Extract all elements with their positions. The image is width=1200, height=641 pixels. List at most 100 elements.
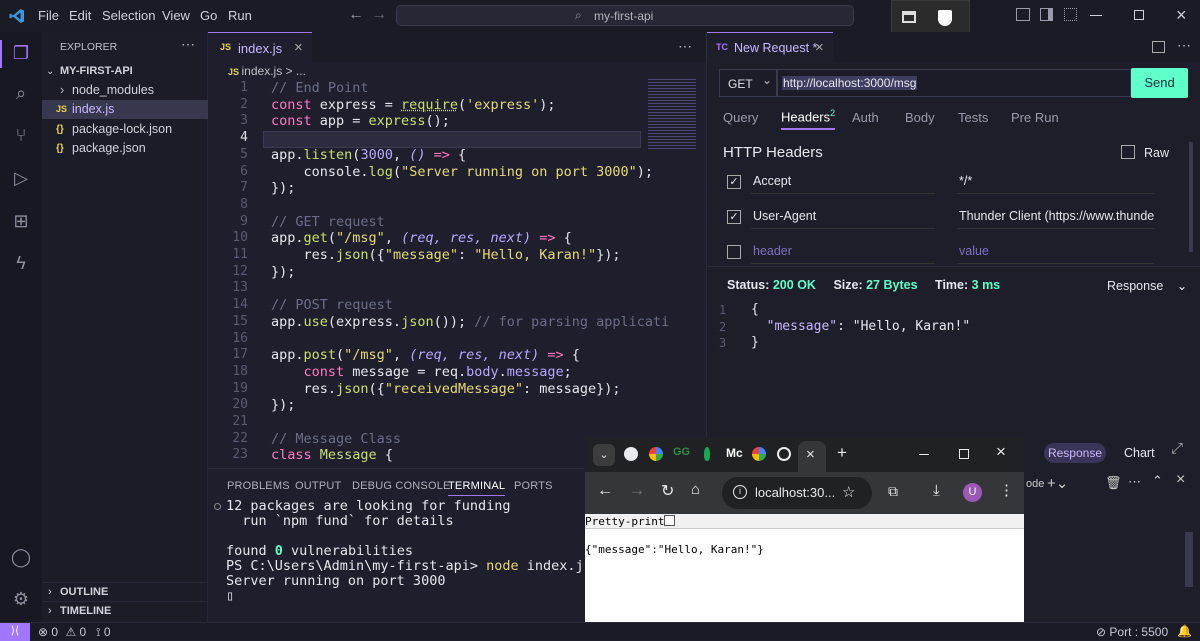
thunder-tab-new-request[interactable]: TC New Request * ×	[707, 32, 833, 62]
download-icon[interactable]: ⤓	[933, 482, 940, 499]
menu-run[interactable]: Run	[228, 8, 252, 23]
chrome-close-icon[interactable]: ×	[996, 442, 1006, 462]
close-tab-icon[interactable]: ×	[806, 446, 815, 463]
expand-icon[interactable]: ⤢	[1171, 440, 1183, 457]
active-tab[interactable]: ×	[798, 441, 826, 472]
extensions-icon[interactable]: ⧉	[888, 483, 898, 500]
search-view-icon[interactable]: ⌕	[8, 80, 34, 106]
tab-problems[interactable]: PROBLEMS	[227, 480, 290, 492]
response-dropdown[interactable]: Response ⌄	[1107, 278, 1187, 293]
header-key-input[interactable]: Accept	[751, 172, 935, 194]
close-tab-icon[interactable]: ×	[815, 39, 824, 56]
new-terminal-icon[interactable]: +⌄	[1047, 474, 1068, 492]
breadcrumb[interactable]: JS index.js > ...	[228, 64, 306, 78]
google-tab-icon[interactable]	[649, 447, 663, 461]
ports-indicator[interactable]: ⟟ 0	[96, 625, 111, 640]
chatgpt-tab-icon[interactable]	[777, 447, 791, 461]
tree-item-package-lock[interactable]: {} package-lock.json	[42, 120, 208, 139]
timeline-section[interactable]: › TIMELINE	[42, 601, 208, 620]
explorer-icon[interactable]: ❐	[8, 40, 34, 66]
pretty-print-checkbox[interactable]	[664, 515, 675, 526]
tab-ports[interactable]: PORTS	[514, 480, 553, 492]
tab-body[interactable]: Body	[905, 110, 935, 125]
layout-panel-icon[interactable]	[1040, 8, 1053, 21]
tab-terminal[interactable]: TERMINAL	[448, 480, 506, 496]
tab-tests[interactable]: Tests	[958, 110, 988, 125]
more-actions-icon[interactable]: ⋯	[1177, 37, 1191, 54]
close-window-icon[interactable]: ×	[1176, 5, 1187, 26]
header-checkbox[interactable]: ✓	[727, 210, 741, 224]
header-value-input[interactable]: Thunder Client (https://www.thundercl	[957, 207, 1154, 229]
reload-icon[interactable]: ↻	[661, 481, 674, 501]
account-icon[interactable]: ◯	[8, 544, 34, 570]
menu-file[interactable]: File	[38, 8, 59, 23]
chrome-menu-icon[interactable]: ⋮	[999, 481, 1014, 499]
customize-layout-icon[interactable]	[1064, 8, 1077, 21]
run-debug-icon[interactable]: ▷	[8, 165, 34, 191]
gfg-tab-icon[interactable]: GG	[673, 446, 690, 458]
header-checkbox[interactable]	[727, 245, 741, 259]
forward-icon[interactable]: →	[629, 482, 645, 500]
header-key-input[interactable]: User-Agent	[751, 207, 935, 229]
trash-icon[interactable]: 🗑	[1105, 475, 1122, 491]
tab-output[interactable]: OUTPUT	[295, 480, 341, 492]
chart-tab[interactable]: Chart	[1124, 446, 1155, 460]
headers-scrollbar[interactable]	[1189, 142, 1193, 252]
more-actions-icon[interactable]: ⋯	[1128, 474, 1141, 490]
tray-app-icon[interactable]	[902, 11, 916, 23]
layout-sidebar-icon[interactable]	[1016, 8, 1030, 21]
github-tab-icon[interactable]	[624, 447, 638, 461]
live-server-indicator[interactable]: ⊘ Port : 5500	[1096, 625, 1168, 639]
source-control-icon[interactable]: ⑂	[8, 122, 34, 148]
minimize-window-icon[interactable]	[1090, 15, 1102, 16]
header-key-input[interactable]: header	[751, 242, 935, 264]
maximize-panel-icon[interactable]: ⌃	[1152, 473, 1163, 489]
method-select[interactable]: GET ⌄	[719, 69, 777, 97]
code-lines[interactable]: // End Point const express = require('ex…	[208, 80, 705, 470]
remote-indicator[interactable]: ⟩⟨	[0, 623, 30, 641]
response-body[interactable]: 1 2 3 { "message": "Hello, Karan!" }	[707, 302, 1200, 362]
menu-edit[interactable]: Edit	[69, 8, 91, 23]
terminal-scrollbar[interactable]	[1185, 532, 1193, 587]
nav-forward-icon[interactable]: →	[371, 6, 387, 24]
chrome-maximize-icon[interactable]	[959, 449, 969, 459]
google-tab-icon[interactable]	[752, 447, 766, 461]
home-icon[interactable]: ⌂	[691, 481, 700, 498]
notifications-icon[interactable]: 🔔	[1177, 624, 1192, 638]
bookmark-star-icon[interactable]: ☆	[842, 483, 855, 501]
close-panel-icon[interactable]: ×	[1176, 471, 1185, 489]
tray-security-icon[interactable]	[938, 10, 952, 26]
restore-window-icon[interactable]	[1134, 10, 1144, 20]
project-folder[interactable]: ⌄ MY-FIRST-API	[42, 62, 208, 81]
back-icon[interactable]: ←	[597, 482, 613, 500]
new-tab-icon[interactable]: +	[837, 443, 847, 463]
send-button[interactable]: Send	[1131, 68, 1188, 98]
menu-go[interactable]: Go	[200, 8, 217, 23]
tab-headers[interactable]: Headers2	[781, 108, 836, 130]
menu-view[interactable]: View	[162, 8, 190, 23]
terminal-output[interactable]: 12 packages are looking for funding run …	[208, 499, 592, 623]
problems-indicator[interactable]: ⊗ 0 ⚠ 0	[38, 625, 86, 639]
tree-item-package-json[interactable]: {} package.json	[42, 139, 208, 158]
close-tab-icon[interactable]: ×	[294, 39, 303, 56]
split-editor-icon[interactable]	[1152, 41, 1165, 53]
header-checkbox[interactable]: ✓	[727, 175, 741, 189]
url-input[interactable]: http://localhost:3000/msg	[777, 69, 1131, 97]
menu-selection[interactable]: Selection	[102, 8, 155, 23]
tab-pre-run[interactable]: Pre Run	[1011, 110, 1059, 125]
nav-back-icon[interactable]: ←	[348, 6, 364, 24]
tab-search-icon[interactable]: ⌄	[593, 444, 615, 466]
tree-item-node-modules[interactable]: › node_modules	[42, 81, 208, 100]
editor-more-icon[interactable]: ⋯	[678, 38, 692, 55]
tab-auth[interactable]: Auth	[852, 110, 879, 125]
outline-section[interactable]: › OUTLINE	[42, 582, 208, 601]
mongodb-tab-icon[interactable]	[704, 447, 710, 461]
more-actions-icon[interactable]: ⋯	[181, 36, 195, 53]
raw-checkbox[interactable]	[1121, 145, 1135, 159]
tree-item-index-js[interactable]: JS index.js	[42, 100, 208, 119]
command-center-search[interactable]: ⌕ my-first-api	[396, 5, 854, 26]
thunder-client-icon[interactable]: ϟ	[8, 250, 34, 276]
medium-tab-icon[interactable]: Mc	[726, 446, 743, 460]
header-value-input[interactable]: */*	[957, 172, 1154, 194]
header-value-input[interactable]: value	[957, 242, 1154, 264]
